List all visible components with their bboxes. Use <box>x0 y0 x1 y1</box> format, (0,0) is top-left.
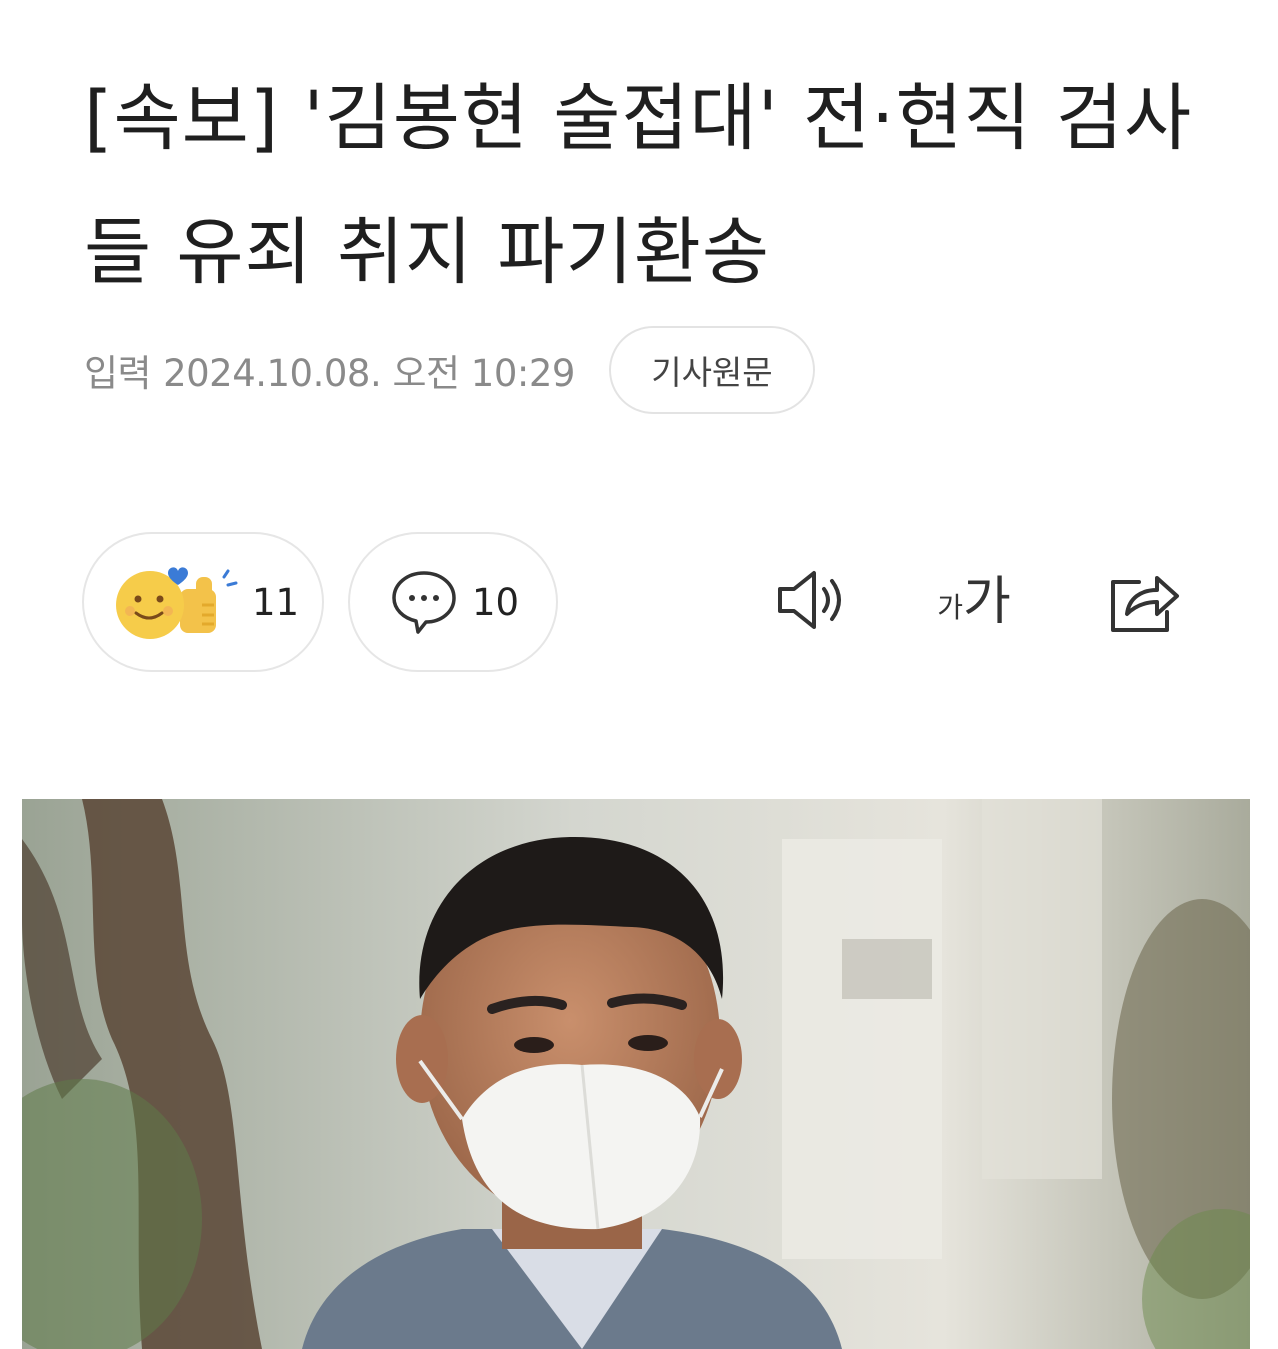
font-size-small-label: 가 <box>937 591 963 624</box>
article-meta: 입력 2024.10.08. 오전 10:29 기사원문 <box>84 324 815 416</box>
reaction-button[interactable]: 11 <box>82 532 324 672</box>
original-article-button[interactable]: 기사원문 <box>608 326 815 414</box>
article-photo <box>22 799 1250 1349</box>
emoji-reaction-icon <box>110 561 242 643</box>
speaker-icon <box>772 565 852 639</box>
comment-button[interactable]: 10 <box>348 532 558 672</box>
article-headline: [속보] '김봉현 술접대' 전·현직 검사들 유죄 취지 파기환송 <box>84 76 1193 295</box>
share-icon <box>1103 564 1183 640</box>
font-size-button[interactable]: 가 가 <box>922 560 1026 644</box>
share-button[interactable] <box>1100 560 1186 644</box>
read-aloud-button[interactable] <box>770 560 854 644</box>
comment-count: 10 <box>472 580 520 624</box>
reaction-count: 11 <box>252 580 300 624</box>
font-size-large-label: 가 <box>962 572 1011 632</box>
comment-icon <box>390 569 458 635</box>
input-label: 입력 <box>84 352 152 395</box>
published-date: 2024.10.08. 오전 10:29 <box>163 352 575 395</box>
